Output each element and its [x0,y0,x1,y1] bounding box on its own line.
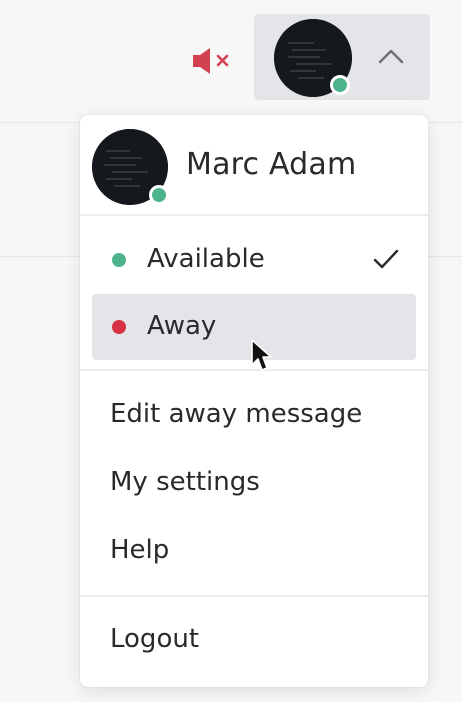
menu-user-header: Marc Adam [80,115,428,215]
avatar [92,129,169,205]
status-option-away[interactable]: Away [92,294,416,360]
menu-divider [80,369,428,371]
online-status-dot [330,75,350,95]
menu-item-label: Logout [110,624,200,654]
help-item[interactable]: Help [92,522,416,580]
mute-toggle-button[interactable] [190,45,238,77]
user-name: Marc Adam [186,147,357,182]
status-option-label: Available [147,244,265,274]
avatar [274,19,352,97]
my-settings-item[interactable]: My settings [92,454,416,512]
logout-item[interactable]: Logout [92,611,416,669]
away-status-dot [112,320,126,334]
online-status-dot [149,185,169,205]
checkmark-icon [373,249,399,269]
menu-divider [80,595,428,597]
menu-divider [80,214,428,216]
user-menu-trigger[interactable] [254,14,430,100]
status-option-label: Away [147,311,217,341]
menu-item-label: My settings [110,467,260,497]
menu-item-label: Help [110,535,170,565]
edit-away-message-item[interactable]: Edit away message [92,386,416,444]
menu-item-label: Edit away message [110,399,363,429]
speaker-muted-icon [193,48,229,74]
user-dropdown-menu: Marc Adam Available Away Edit away messa… [80,115,428,687]
available-status-dot [112,253,126,267]
status-option-available[interactable]: Available [92,227,416,293]
chevron-up-icon [378,49,404,64]
